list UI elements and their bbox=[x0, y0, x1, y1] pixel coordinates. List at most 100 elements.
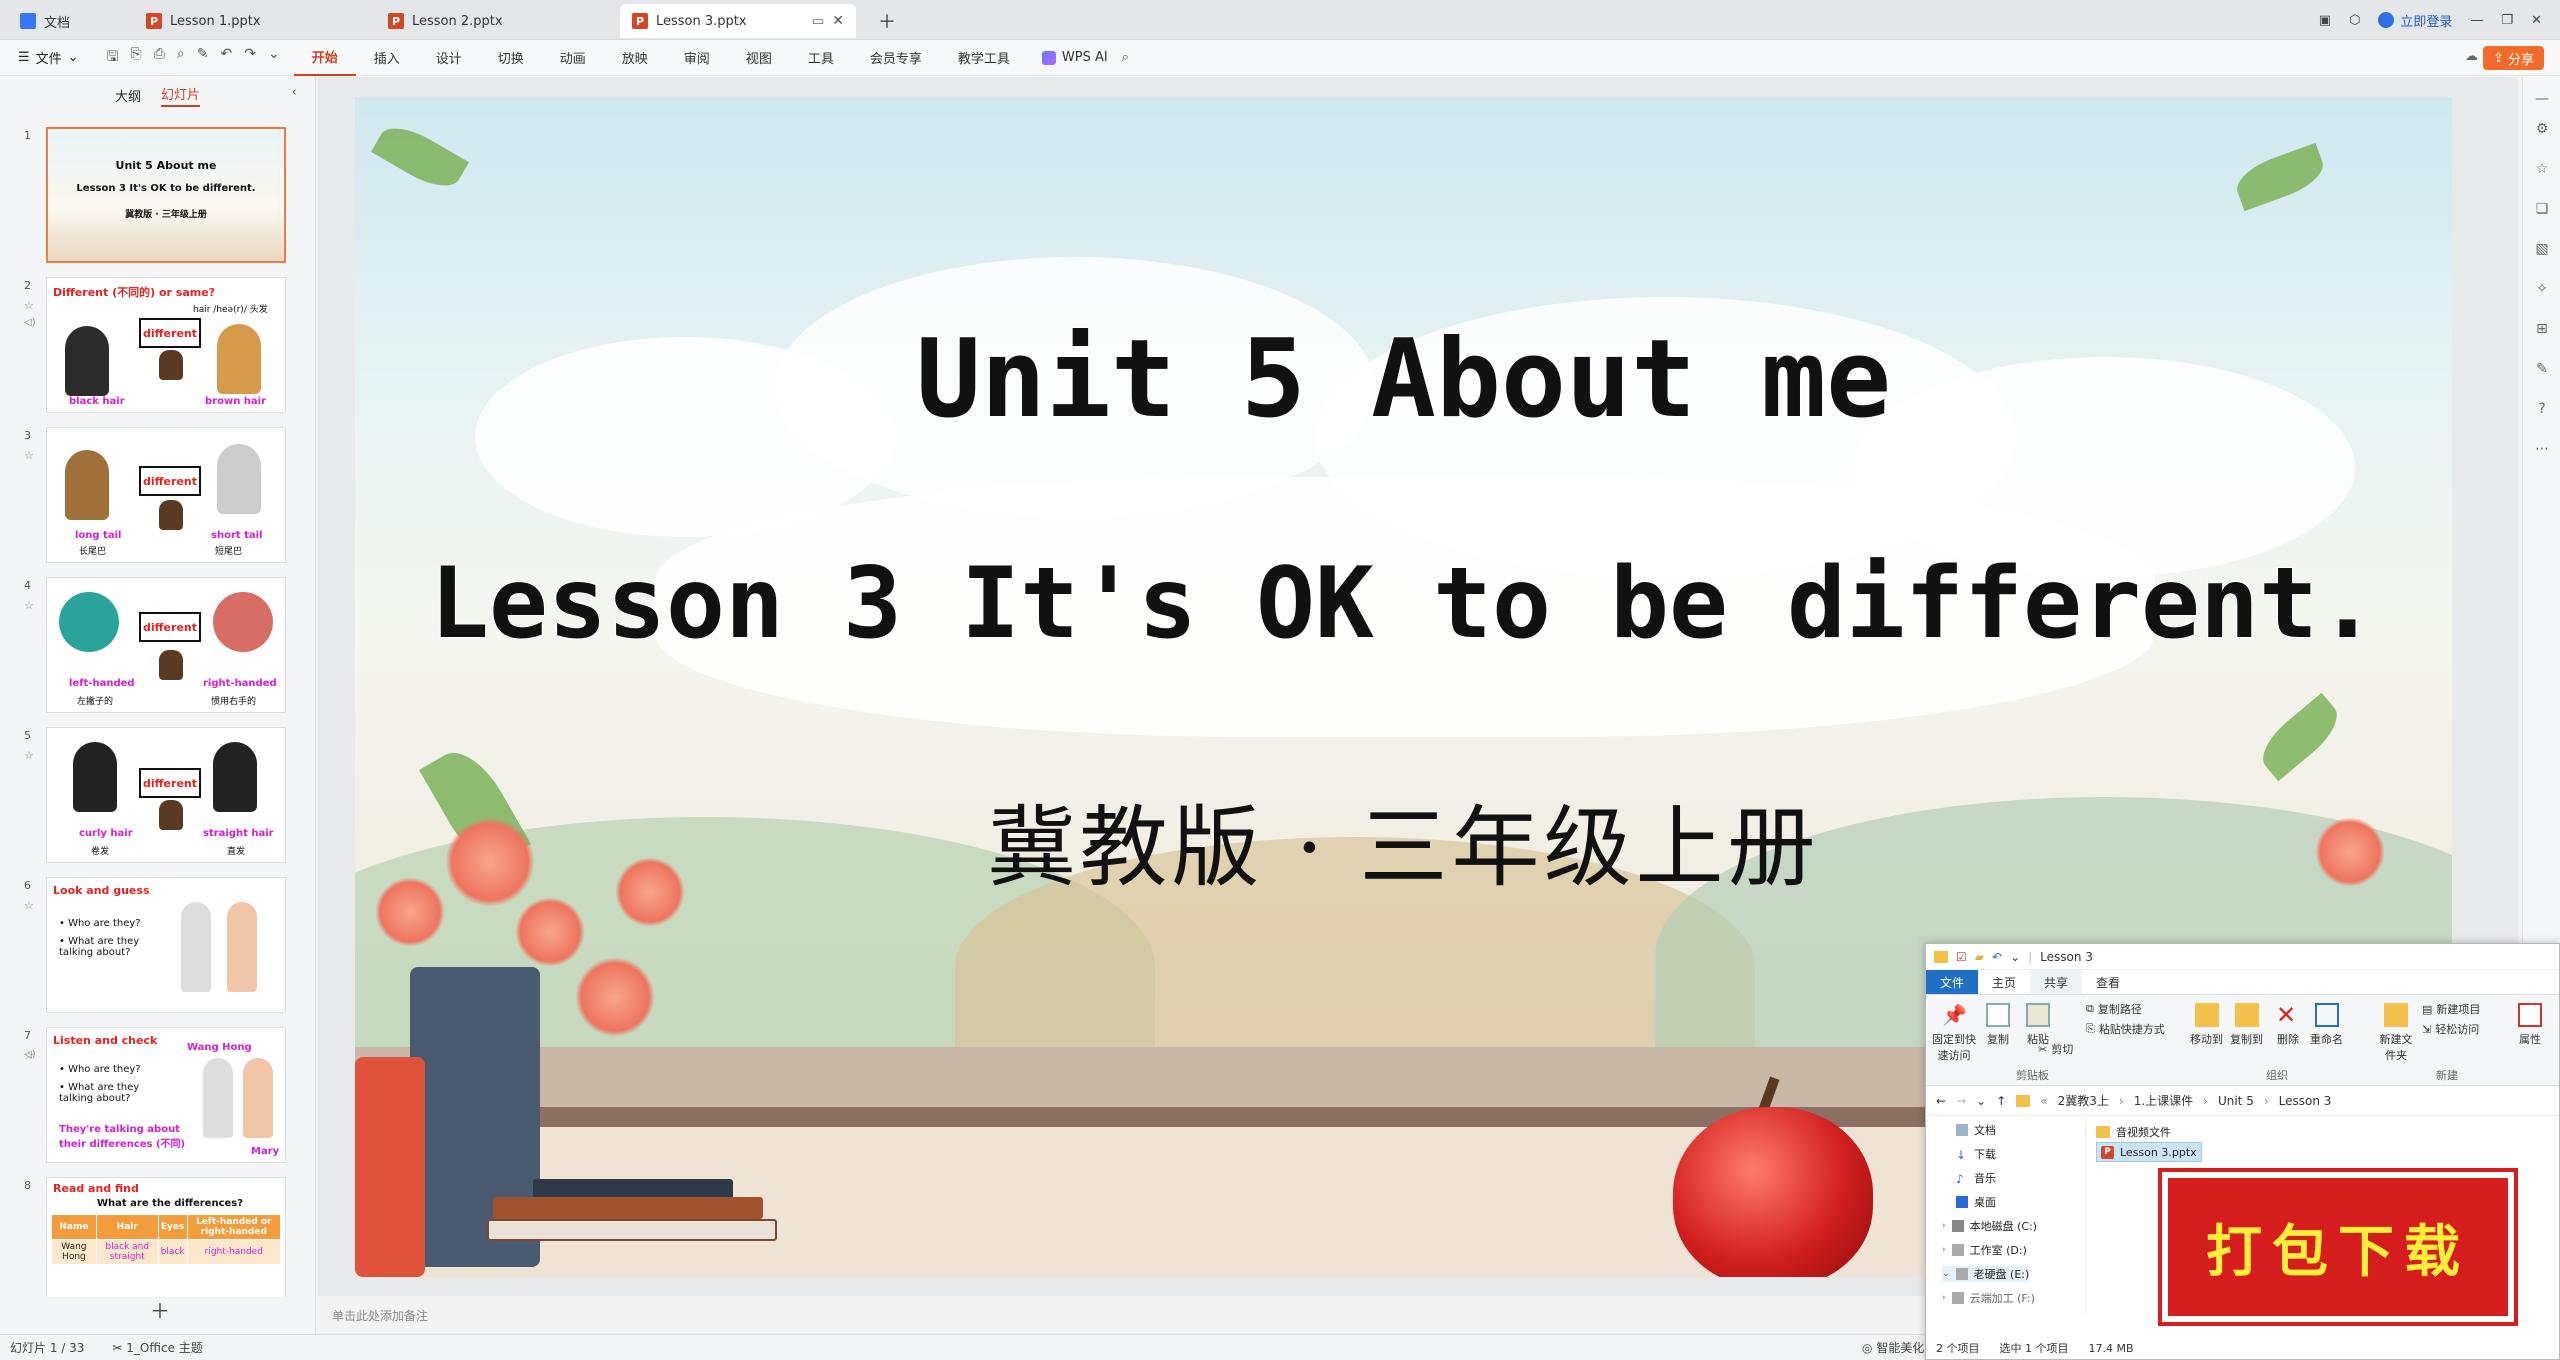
magic-icon[interactable]: ✧ bbox=[2533, 281, 2551, 299]
file-item-folder[interactable]: 音视频文件 bbox=[2096, 1122, 2202, 1142]
theme-indicator[interactable]: ✂ 1_Office 主题 bbox=[112, 1339, 202, 1356]
login-link[interactable]: 立即登录 bbox=[2378, 11, 2452, 30]
breadcrumb-item[interactable]: Lesson 3 bbox=[2279, 1094, 2332, 1108]
new-item-button[interactable]: ▤ 新建项目 bbox=[2422, 1001, 2480, 1017]
cut-button[interactable]: ✂ 剪切 bbox=[2038, 1041, 2073, 1057]
tab-tools[interactable]: 工具 bbox=[790, 40, 852, 76]
settings-icon[interactable]: ⚙ bbox=[2533, 121, 2551, 139]
slide-thumbnail-4[interactable]: different left-handed 左撇子的 right-handed … bbox=[46, 577, 286, 713]
tab-slideshow[interactable]: 放映 bbox=[604, 40, 666, 76]
star-icon[interactable]: ☆ bbox=[24, 749, 34, 762]
tree-item-desktop[interactable]: 桌面 bbox=[1956, 1194, 1996, 1210]
tab-lesson-1[interactable]: P Lesson 1.pptx bbox=[134, 4, 354, 38]
more-icon[interactable]: ⋯ bbox=[2533, 441, 2551, 459]
tab-home[interactable]: 主页 bbox=[1978, 970, 2030, 994]
up-icon[interactable]: ↑ bbox=[1996, 1094, 2006, 1108]
export-icon[interactable]: ⎘ bbox=[131, 46, 142, 70]
help-icon[interactable]: ? bbox=[2533, 401, 2551, 419]
wps-ai-button[interactable]: WPS AI bbox=[1028, 50, 1122, 65]
search-icon[interactable]: ⌕ bbox=[1122, 50, 1129, 65]
tab-documents[interactable]: 文档 bbox=[8, 4, 128, 38]
tab-insert[interactable]: 插入 bbox=[356, 40, 418, 76]
new-tab-button[interactable]: ＋ bbox=[866, 4, 906, 38]
close-window-icon[interactable]: ✕ bbox=[2531, 13, 2542, 28]
tree-item-drive-c[interactable]: › 本地磁盘 (C:) bbox=[1942, 1218, 2037, 1234]
star-icon[interactable]: ☆ bbox=[2533, 161, 2551, 179]
new-folder-icon[interactable]: ▰ bbox=[1975, 950, 1984, 964]
redo-icon[interactable]: ↷ bbox=[244, 46, 256, 70]
window-float-icon[interactable]: ▭ bbox=[812, 14, 824, 29]
preview-icon[interactable]: ⌕ bbox=[177, 46, 185, 70]
layout-icon[interactable]: ▣ bbox=[2319, 13, 2331, 28]
slide-thumbnail-2[interactable]: Different (不同的) or same? hair /heə(r)/ 头… bbox=[46, 277, 286, 413]
tree-item-drive-e[interactable]: ⌄ 老硬盘 (E:) bbox=[1942, 1266, 2030, 1282]
tree-item-music[interactable]: ♪ 音乐 bbox=[1956, 1170, 1996, 1186]
breadcrumb-item[interactable]: 2冀教3上 bbox=[2058, 1092, 2109, 1109]
move-to-button[interactable]: 移动到 bbox=[2190, 1003, 2223, 1047]
tab-teaching[interactable]: 教学工具 bbox=[940, 40, 1028, 76]
forward-icon[interactable]: → bbox=[1956, 1094, 1966, 1108]
tree-item-drive-d[interactable]: › 工作室 (D:) bbox=[1942, 1242, 2027, 1258]
share-button[interactable]: ⇪ 分享 bbox=[2483, 46, 2544, 70]
tab-transition[interactable]: 切换 bbox=[480, 40, 542, 76]
download-package-badge[interactable]: 打包下载 bbox=[2162, 1172, 2514, 1322]
star-icon[interactable]: ☆ bbox=[24, 449, 34, 462]
tree-item-drive-f[interactable]: › 云端加工 (F:) bbox=[1942, 1290, 2035, 1306]
tab-home[interactable]: 开始 bbox=[293, 40, 356, 76]
star-icon[interactable]: ☆ bbox=[24, 599, 34, 612]
star-icon[interactable]: ☆ bbox=[24, 899, 34, 912]
copy-to-button[interactable]: 复制到 bbox=[2230, 1003, 2263, 1047]
edit-icon[interactable]: ✎ bbox=[2533, 361, 2551, 379]
tab-file[interactable]: 文件 bbox=[1926, 970, 1979, 994]
tab-share[interactable]: 共享 bbox=[2030, 970, 2083, 994]
delete-button[interactable]: ✕ 删除 bbox=[2276, 1003, 2300, 1047]
format-painter-icon[interactable]: ✎ bbox=[197, 46, 209, 70]
tab-view[interactable]: 视图 bbox=[728, 40, 790, 76]
tab-animation[interactable]: 动画 bbox=[542, 40, 604, 76]
breadcrumb-item[interactable]: 1.上课课件 bbox=[2134, 1092, 2193, 1109]
slide-thumbnail-5[interactable]: different curly hair 卷发 straight hair 直发 bbox=[46, 727, 286, 863]
tab-outline[interactable]: 大纲 bbox=[115, 86, 141, 105]
properties-button[interactable]: 属性 bbox=[2518, 1003, 2542, 1047]
slide-thumbnail-6[interactable]: Look and guess • Who are they? • What ar… bbox=[46, 877, 286, 1013]
notes-area[interactable]: 单击此处添加备注 bbox=[318, 1296, 1918, 1334]
copy-path-button[interactable]: ⧉ 复制路径 bbox=[2086, 1001, 2142, 1017]
tab-view[interactable]: 查看 bbox=[2082, 970, 2134, 994]
tab-member[interactable]: 会员专享 bbox=[852, 40, 940, 76]
print-icon[interactable]: ⎙ bbox=[154, 46, 165, 70]
cloud-sync-icon[interactable]: ☁ bbox=[2465, 49, 2478, 64]
slide-thumbnail-7[interactable]: Listen and check Wang Hong • Who are the… bbox=[46, 1027, 286, 1163]
maximize-icon[interactable]: ❐ bbox=[2501, 13, 2513, 28]
tab-slides[interactable]: 幻灯片 bbox=[161, 84, 201, 107]
breadcrumb-item[interactable]: Unit 5 bbox=[2218, 1094, 2254, 1108]
collapse-panel-icon[interactable]: ‹ bbox=[292, 85, 297, 100]
slide-thumbnail-1[interactable]: Unit 5 About me Lesson 3 It's OK to be d… bbox=[46, 127, 286, 263]
address-bar[interactable]: ← → ⌄ ↑ « 2冀教3上 › 1.上课课件 › Unit 5 › Lesson … bbox=[1926, 1086, 2559, 1116]
properties-icon[interactable]: ☑ bbox=[1956, 950, 1967, 964]
recent-icon[interactable]: ⌄ bbox=[1976, 1094, 1986, 1108]
slide-thumbnail-8[interactable]: Read and find What are the differences? … bbox=[46, 1177, 286, 1297]
tab-lesson-2[interactable]: P Lesson 2.pptx bbox=[376, 4, 612, 38]
back-icon[interactable]: ← bbox=[1936, 1094, 1946, 1108]
save-icon[interactable]: 🖫 bbox=[107, 46, 119, 70]
pin-quick-access-button[interactable]: 📌 固定到快速访问 bbox=[1932, 1003, 1976, 1063]
smart-beautify-button[interactable]: ◎ 智能美化 bbox=[1862, 1339, 1924, 1356]
star-icon[interactable]: ☆ bbox=[24, 299, 34, 312]
rename-button[interactable]: 重命名 bbox=[2310, 1003, 2343, 1047]
more-icon[interactable]: ⌄ bbox=[268, 46, 280, 70]
tab-design[interactable]: 设计 bbox=[418, 40, 480, 76]
new-folder-button[interactable]: 新建文件夹 bbox=[2376, 1003, 2416, 1063]
close-tab-icon[interactable]: ✕ bbox=[832, 13, 844, 29]
tab-lesson-3[interactable]: P Lesson 3.pptx ▭ ✕ bbox=[620, 4, 856, 38]
file-item-pptx[interactable]: P Lesson 3.pptx bbox=[2096, 1142, 2202, 1162]
file-menu[interactable]: ☰ 文件 ⌄ bbox=[0, 48, 93, 67]
undo-icon[interactable]: ↶ bbox=[1992, 950, 2002, 964]
add-slide-button[interactable]: ＋ bbox=[150, 1295, 170, 1324]
paste-shortcut-button[interactable]: ⎘ 粘贴快捷方式 bbox=[2086, 1021, 2165, 1037]
easy-access-button[interactable]: ⇲ 轻松访问 bbox=[2422, 1021, 2479, 1037]
cube-icon[interactable]: ⬡ bbox=[2349, 13, 2360, 28]
minimize-icon[interactable]: — bbox=[2470, 13, 2483, 28]
tab-review[interactable]: 审阅 bbox=[666, 40, 728, 76]
tree-item-downloads[interactable]: ↓ 下载 bbox=[1956, 1146, 1996, 1162]
template-icon[interactable]: ⊞ bbox=[2533, 321, 2551, 339]
